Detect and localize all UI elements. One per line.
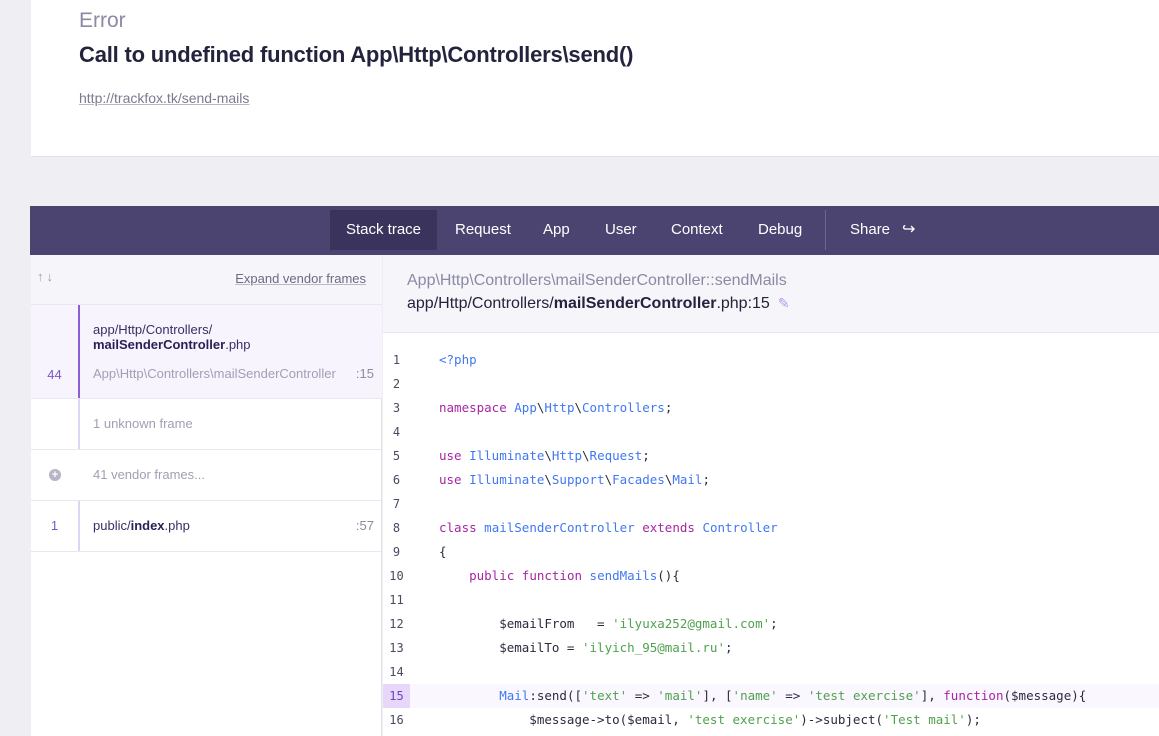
code-line: 5 use Illuminate\Http\Request; [383, 444, 1159, 468]
line-number[interactable]: 14 [383, 660, 410, 684]
code-line: 6 use Illuminate\Support\Facades\Mail; [383, 468, 1159, 492]
line-number[interactable]: 10 [383, 564, 410, 588]
line-number[interactable]: 13 [383, 636, 410, 660]
error-message: Call to undefined function App\Http\Cont… [79, 42, 634, 67]
stack-frame-1[interactable]: 1 public/index.php :57 [31, 501, 382, 552]
line-number[interactable]: 11 [383, 588, 410, 612]
stack-frame-unknown[interactable]: 1 unknown frame [31, 399, 382, 450]
code-text: { [439, 544, 447, 559]
code-line: 15 Mail:send(['text' => 'mail'], ['name'… [383, 684, 1159, 708]
stack-frames-panel: ↑↓ Expand vendor frames 44 app/Http/Cont… [31, 255, 382, 736]
code-line: 10 public function sendMails(){ [383, 564, 1159, 588]
tab-context[interactable]: Context [655, 210, 739, 250]
frame-class: App\Http\Controllers\mailSenderControlle… [93, 366, 336, 381]
code-text: $message->to($email, 'test exercise')->s… [439, 712, 981, 727]
frame-path: app/Http/Controllers/ mailSenderControll… [93, 322, 251, 352]
code-text: Mail:send(['text' => 'mail'], ['name' =>… [499, 688, 1087, 703]
line-number[interactable]: 9 [383, 540, 410, 564]
stack-frame-44[interactable]: 44 app/Http/Controllers/ mailSenderContr… [31, 305, 382, 399]
code-text: $emailFrom = 'ilyuxa252@gmail.com'; [439, 616, 778, 631]
code-lines: 1 <?php 2 3 namespace App\Http\Controllers; 4… [383, 348, 1159, 732]
frame-nav-arrows-icon[interactable]: ↑↓ [37, 269, 56, 284]
code-line: 4 [383, 420, 1159, 444]
line-number[interactable]: 1 [383, 348, 410, 372]
tab-request[interactable]: Request [439, 210, 527, 250]
line-number[interactable]: 2 [383, 372, 410, 396]
code-line: 14 [383, 660, 1159, 684]
frame-method-path: App\Http\Controllers\mailSenderControlle… [407, 272, 787, 289]
tab-bar: Stack trace Request App User Context Deb… [30, 206, 1159, 255]
code-line: 8 class mailSenderController extends Cont… [383, 516, 1159, 540]
code-text: use Illuminate\Http\Request; [439, 448, 650, 463]
code-line: 3 namespace App\Http\Controllers; [383, 396, 1159, 420]
request-url-link[interactable]: http://trackfox.tk/send-mails [79, 90, 249, 106]
tab-share[interactable]: Share ↪ [834, 210, 931, 250]
line-number[interactable]: 3 [383, 396, 410, 420]
share-arrow-icon: ↪ [902, 221, 916, 238]
vendor-frames-label: 41 vendor frames... [93, 467, 205, 482]
code-text: class mailSenderController extends Contr… [439, 520, 778, 535]
expand-plus-icon[interactable]: + [49, 469, 61, 481]
tab-debug[interactable]: Debug [742, 210, 818, 250]
tab-app[interactable]: App [527, 210, 586, 250]
tab-user[interactable]: User [589, 210, 653, 250]
frame-number: 44 [47, 367, 62, 382]
code-line: 12 $emailFrom = 'ilyuxa252@gmail.com'; [383, 612, 1159, 636]
line-number[interactable]: 8 [383, 516, 410, 540]
error-label: Error [79, 9, 126, 32]
code-line: 16 $message->to($email, 'test exercise')… [383, 708, 1159, 732]
line-number[interactable]: 7 [383, 492, 410, 516]
share-label: Share [850, 221, 891, 238]
code-text: public function sendMails(){ [469, 568, 680, 583]
frame-number: 1 [50, 518, 59, 533]
code-line: 13 $emailTo = 'ilyich_95@mail.ru'; [383, 636, 1159, 660]
code-viewer: App\Http\Controllers\mailSenderControlle… [383, 255, 1159, 736]
code-line: 1 <?php [383, 348, 1159, 372]
line-number[interactable]: 15 [383, 684, 410, 708]
code-line: 11 [383, 588, 1159, 612]
frame-file-path: app/Http/Controllers/mailSenderControlle… [407, 295, 790, 312]
line-number[interactable]: 16 [383, 708, 410, 732]
frame-line-number: :57 [355, 518, 374, 533]
tab-divider [825, 210, 826, 250]
code-line: 9{ [383, 540, 1159, 564]
code-viewer-header: App\Http\Controllers\mailSenderControlle… [383, 255, 1159, 333]
code-text: namespace App\Http\Controllers; [439, 400, 673, 415]
line-number[interactable]: 6 [383, 468, 410, 492]
expand-vendor-frames-link[interactable]: Expand vendor frames [235, 271, 366, 286]
tab-stack-trace[interactable]: Stack trace [330, 210, 438, 250]
line-number[interactable]: 5 [383, 444, 410, 468]
frames-header: ↑↓ Expand vendor frames [31, 255, 382, 305]
unknown-frame-label: 1 unknown frame [93, 416, 193, 431]
line-number[interactable]: 12 [383, 612, 410, 636]
code-line: 2 [383, 372, 1159, 396]
edit-pencil-icon[interactable]: ✎ [778, 295, 790, 312]
frame-path: public/index.php [93, 518, 190, 533]
error-header: Error Call to undefined function App\Htt… [31, 0, 1159, 157]
code-line: 7 [383, 492, 1159, 516]
stack-frame-vendor[interactable]: + 41 vendor frames... [31, 450, 382, 501]
frame-line-number: :15 [355, 366, 374, 381]
code-text: <?php [439, 352, 477, 367]
code-text: use Illuminate\Support\Facades\Mail; [439, 472, 710, 487]
line-number[interactable]: 4 [383, 420, 410, 444]
code-text: $emailTo = 'ilyich_95@mail.ru'; [439, 640, 733, 655]
